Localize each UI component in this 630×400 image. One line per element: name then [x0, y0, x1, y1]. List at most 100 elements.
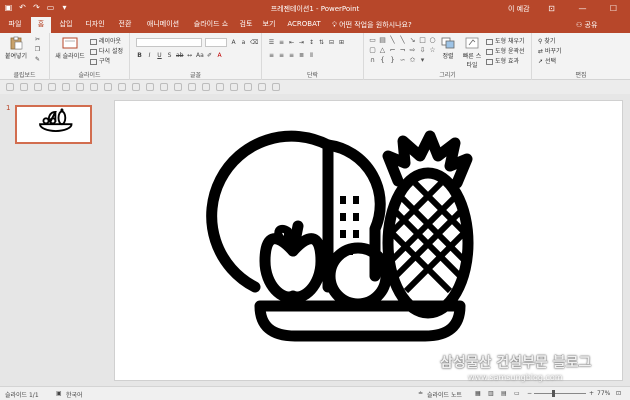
shape-elbow-icon[interactable]: ⌐ [388, 46, 397, 55]
toolbar-icon[interactable] [132, 83, 140, 91]
shape-rounded-icon[interactable]: ▢ [368, 46, 377, 55]
ribbon-options-icon[interactable]: ⊡ [536, 0, 567, 17]
reset-button[interactable]: 다시 설정 [90, 46, 123, 55]
tab-slideshow[interactable]: 슬라이드 쇼 [189, 17, 233, 33]
tab-view[interactable]: 보기 [259, 17, 279, 33]
toolbar-icon[interactable] [258, 83, 266, 91]
toolbar-icon[interactable] [160, 83, 168, 91]
align-center-icon[interactable]: ≡ [278, 52, 285, 59]
reading-view-icon[interactable]: ▤ [501, 390, 507, 397]
line-spacing-icon[interactable]: ↕ [308, 39, 315, 46]
shape-line2-icon[interactable]: ╲ [398, 36, 407, 45]
change-case-icon[interactable]: Aa [196, 52, 204, 59]
tab-acrobat[interactable]: ACROBAT [284, 17, 324, 33]
strikethrough-icon[interactable]: ab [176, 52, 184, 59]
tab-animations[interactable]: 애니메이션 [140, 17, 186, 33]
shape-brace-icon[interactable]: { [378, 56, 387, 65]
fit-slide-icon[interactable]: ⊡ [616, 390, 621, 397]
toolbar-icon[interactable] [34, 83, 42, 91]
tab-design[interactable]: 디자인 [80, 17, 110, 33]
minimize-icon[interactable]: — [567, 0, 598, 17]
font-color-icon[interactable]: A [216, 52, 223, 59]
toolbar-icon[interactable] [146, 83, 154, 91]
shape-rect-icon[interactable]: ▭ [368, 36, 377, 45]
align-left-icon[interactable]: ≡ [268, 52, 275, 59]
tab-insert[interactable]: 삽입 [54, 17, 78, 33]
tab-file[interactable]: 파일 [2, 17, 28, 33]
tab-home[interactable]: 홈 [31, 17, 51, 33]
numbering-icon[interactable]: ≡ [278, 39, 285, 46]
copy-icon[interactable]: ❐ [34, 46, 41, 53]
toolbar-icon[interactable] [6, 83, 14, 91]
format-painter-icon[interactable]: ✎ [34, 56, 41, 63]
toolbar-icon[interactable] [104, 83, 112, 91]
font-name-box[interactable] [136, 38, 202, 47]
shape-wave-icon[interactable]: ∽ [398, 56, 407, 65]
toolbar-icon[interactable] [90, 83, 98, 91]
notes-button[interactable]: 슬라이드 노트 [427, 390, 462, 399]
shape-triangle-icon[interactable]: △ [378, 46, 387, 55]
toolbar-icon[interactable] [272, 83, 280, 91]
bullets-icon[interactable]: ☰ [268, 39, 275, 46]
toolbar-icon[interactable] [244, 83, 252, 91]
shape-fill-button[interactable]: 도형 채우기 [486, 36, 525, 45]
decrease-indent-icon[interactable]: ⇤ [288, 39, 295, 46]
toolbar-icon[interactable] [118, 83, 126, 91]
section-button[interactable]: 구역 [90, 56, 110, 65]
tell-me-search[interactable]: 💡︎ 어떤 작업을 원하시나요? [332, 20, 412, 30]
shape-outline-button[interactable]: 도형 윤곽선 [486, 46, 525, 55]
shape-effects-button[interactable]: 도형 효과 [486, 56, 519, 65]
slide-sorter-icon[interactable]: ▥ [488, 390, 494, 397]
shape-arrow-icon[interactable]: ↘ [408, 36, 417, 45]
toolbar-icon[interactable] [188, 83, 196, 91]
layout-button[interactable]: 레이아웃 [90, 36, 121, 45]
arrange-button[interactable]: 정렬 [438, 36, 458, 60]
toolbar-icon[interactable] [202, 83, 210, 91]
cut-icon[interactable]: ✂ [34, 36, 41, 43]
find-button[interactable]: ⚲ 찾기 [538, 36, 555, 45]
columns-icon[interactable]: ⫴ [308, 52, 315, 59]
smartart-icon[interactable]: ⊞ [338, 39, 345, 46]
shadow-icon[interactable]: S [166, 52, 173, 59]
bold-icon[interactable]: B [136, 52, 143, 59]
align-text-icon[interactable]: ⊟ [328, 39, 335, 46]
toolbar-icon[interactable] [76, 83, 84, 91]
shape-star-icon[interactable]: ☆ [428, 46, 437, 55]
shape-down-arrow-icon[interactable]: ⇩ [418, 46, 427, 55]
spellcheck-icon[interactable]: ▣ [56, 390, 62, 397]
zoom-in-icon[interactable]: + [589, 390, 594, 397]
zoom-slider-thumb[interactable] [552, 390, 555, 397]
increase-indent-icon[interactable]: ⇥ [298, 39, 305, 46]
toolbar-icon[interactable] [48, 83, 56, 91]
tab-review[interactable]: 검토 [236, 17, 256, 33]
paste-button[interactable]: 붙여넣기 [3, 36, 29, 60]
toolbar-icon[interactable] [174, 83, 182, 91]
shape-rect2-icon[interactable]: □ [418, 36, 427, 45]
shape-star2-icon[interactable]: ✩ [408, 56, 417, 65]
toolbar-icon[interactable] [230, 83, 238, 91]
maximize-icon[interactable]: ☐ [598, 0, 629, 17]
shape-line-icon[interactable]: ╲ [388, 36, 397, 45]
zoom-slider[interactable] [534, 393, 586, 394]
shape-more-icon[interactable]: ▾ [418, 56, 427, 65]
tab-transitions[interactable]: 전환 [113, 17, 137, 33]
grow-font-icon[interactable]: A [230, 39, 237, 46]
text-direction-icon[interactable]: ⇅ [318, 39, 325, 46]
align-right-icon[interactable]: ≡ [288, 52, 295, 59]
shape-right-arrow-icon[interactable]: ⇨ [408, 46, 417, 55]
zoom-level[interactable]: 77% [597, 390, 610, 397]
fruit-basket-icon[interactable] [115, 101, 622, 380]
new-slide-button[interactable]: 새 슬라이드 [52, 36, 88, 60]
quick-styles-button[interactable]: 빠른 스타일 [461, 36, 483, 69]
zoom-out-icon[interactable]: − [527, 390, 532, 397]
replace-button[interactable]: ⇄ 바꾸기 [538, 46, 562, 55]
shape-curve-icon[interactable]: ∩ [368, 56, 377, 65]
normal-view-icon[interactable]: ▦ [475, 390, 481, 397]
justify-icon[interactable]: ≣ [298, 52, 305, 59]
shape-gallery[interactable]: ▭ ▤ ╲ ╲ ↘ □ ○ ▢ △ ⌐ ¬ ⇨ ⇩ ☆ ∩ { } ∽ ✩ ▾ [368, 36, 437, 66]
highlight-icon[interactable]: ✐ [206, 52, 213, 59]
slide-thumbnail[interactable] [15, 105, 92, 144]
font-size-box[interactable] [205, 38, 227, 47]
toolbar-icon[interactable] [216, 83, 224, 91]
select-button[interactable]: ➚ 선택 [538, 56, 556, 65]
